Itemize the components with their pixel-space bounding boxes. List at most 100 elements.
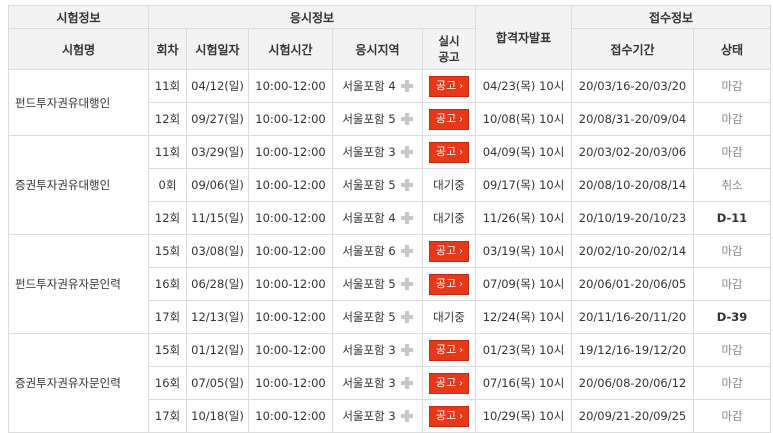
period-cell: 19/12/16-19/12/20 [571,333,695,367]
plus-icon[interactable] [400,278,413,290]
chevron-right-icon: › [459,245,464,257]
chevron-right-icon: › [459,344,464,356]
notice-button[interactable]: 공고 › [428,108,470,130]
period-cell: 20/08/10-20/08/14 [571,168,695,202]
plus-icon[interactable] [400,377,413,389]
notice-cell: 공고 › [421,267,477,301]
result-cell: 01/23(목) 10시 [475,333,573,367]
region-cell: 서울포함 5 [332,300,423,334]
notice-button-label: 공고 [435,111,457,125]
notice-button-label: 공고 [435,408,457,422]
region-text: 서울포함 5 [342,112,396,126]
notice-cell: 공고 › [421,135,477,169]
plus-icon[interactable] [400,146,413,158]
status-cell: 마감 [693,102,772,136]
plus-icon[interactable] [400,245,413,257]
exam-date-cell: 06/28(일) [186,267,249,301]
period-cell: 20/06/01-20/06/05 [571,267,695,301]
chevron-right-icon: › [459,377,464,389]
period-cell: 20/02/10-20/02/14 [571,234,695,268]
header-region: 응시지역 [332,28,423,70]
status-cell: 마감 [693,69,772,103]
exam-date-cell: 03/08(일) [186,234,249,268]
result-cell: 07/09(목) 10시 [475,267,573,301]
round-cell: 11회 [148,135,187,169]
region-cell: 서울포함 3 [332,333,423,367]
region-cell: 서울포함 5 [332,168,423,202]
chevron-right-icon: › [459,410,464,422]
status-cell: D-11 [693,201,772,235]
round-cell: 16회 [148,366,187,400]
exam-schedule-table: 시험정보 응시정보 합격자발표 접수정보 시험명 회차 시험일자 시험시간 응시… [8,5,772,433]
region-cell: 서울포함 3 [332,399,423,433]
chevron-right-icon: › [459,80,464,92]
notice-button-label: 공고 [435,276,457,290]
result-cell: 04/23(목) 10시 [475,69,573,103]
result-cell: 10/08(목) 10시 [475,102,573,136]
notice-button-label: 공고 [435,375,457,389]
plus-icon[interactable] [400,311,413,323]
region-cell: 서울포함 4 [332,69,423,103]
exam-time-cell: 10:00-12:00 [248,201,333,235]
exam-time-cell: 10:00-12:00 [248,168,333,202]
notice-button[interactable]: 공고 › [428,75,470,97]
chevron-right-icon: › [459,278,464,290]
status-cell: 마감 [693,399,772,433]
exam-date-cell: 07/05(일) [186,366,249,400]
round-cell: 11회 [148,69,187,103]
header-notice: 실시 공고 [421,28,477,70]
round-cell: 12회 [148,102,187,136]
notice-button[interactable]: 공고 › [428,372,470,394]
notice-button-label: 공고 [435,144,457,158]
exam-date-cell: 10/18(일) [186,399,249,433]
plus-icon[interactable] [400,344,413,356]
plus-icon[interactable] [400,80,413,92]
region-cell: 서울포함 6 [332,234,423,268]
round-cell: 16회 [148,267,187,301]
notice-button-label: 공고 [435,78,457,92]
round-cell: 15회 [148,333,187,367]
period-cell: 20/03/16-20/03/20 [571,69,695,103]
period-cell: 20/11/16-20/11/20 [571,300,695,334]
plus-icon[interactable] [400,179,413,191]
exam-time-cell: 10:00-12:00 [248,333,333,367]
header-status: 상태 [693,28,772,70]
region-cell: 서울포함 5 [332,267,423,301]
period-cell: 20/08/31-20/09/04 [571,102,695,136]
exam-name-cell: 펀드투자권유대행인 [8,69,149,136]
exam-time-cell: 10:00-12:00 [248,102,333,136]
exam-time-cell: 10:00-12:00 [248,399,333,433]
status-cell: 마감 [693,234,772,268]
region-text: 서울포함 5 [342,277,396,291]
header-result: 합격자발표 [475,5,573,70]
exam-time-cell: 10:00-12:00 [248,267,333,301]
exam-date-cell: 11/15(일) [186,201,249,235]
notice-cell: 대기중 [421,201,477,235]
notice-cell: 공고 › [421,102,477,136]
region-text: 서울포함 3 [342,409,396,423]
header-period: 접수기간 [571,28,695,70]
status-cell: 마감 [693,267,772,301]
notice-waiting-text: 대기중 [433,178,465,192]
result-cell: 12/24(목) 10시 [475,300,573,334]
region-text: 서울포함 5 [342,178,396,192]
header-exam-name: 시험명 [8,28,149,70]
region-text: 서울포함 6 [342,244,396,258]
notice-waiting-text: 대기중 [433,211,465,225]
notice-waiting-text: 대기중 [433,310,465,324]
notice-button[interactable]: 공고 › [428,141,470,163]
result-cell: 09/17(목) 10시 [475,168,573,202]
chevron-right-icon: › [459,146,464,158]
notice-button[interactable]: 공고 › [428,339,470,361]
plus-icon[interactable] [400,212,413,224]
plus-icon[interactable] [400,410,413,422]
notice-button[interactable]: 공고 › [428,273,470,295]
period-cell: 20/10/19-20/10/23 [571,201,695,235]
exam-name-cell: 증권투자권유자문인력 [8,333,149,433]
status-cell: 취소 [693,168,772,202]
notice-button[interactable]: 공고 › [428,405,470,427]
plus-icon[interactable] [400,113,413,125]
region-cell: 서울포함 5 [332,102,423,136]
notice-button[interactable]: 공고 › [428,240,470,262]
exam-time-cell: 10:00-12:00 [248,69,333,103]
